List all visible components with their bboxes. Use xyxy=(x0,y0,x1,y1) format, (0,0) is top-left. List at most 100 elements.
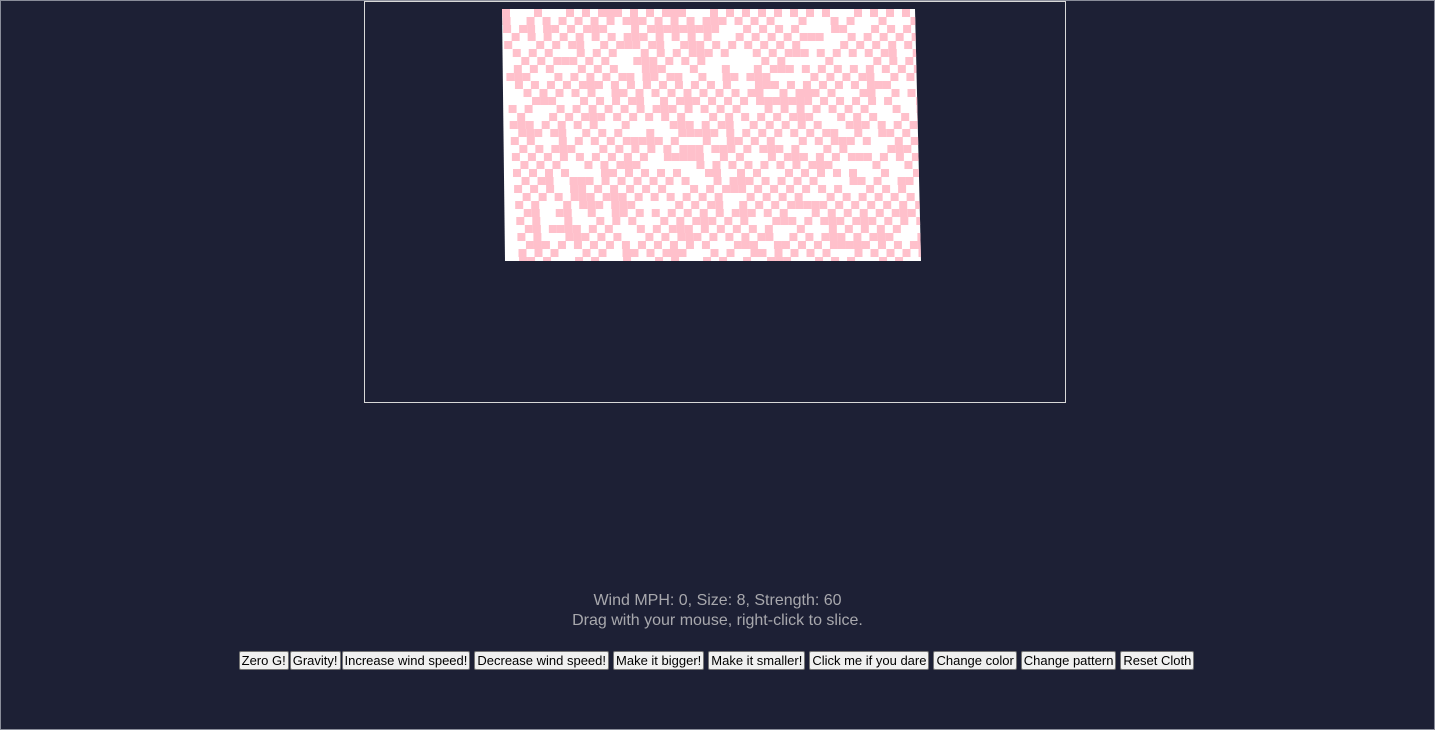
cloth-cell xyxy=(864,273,872,281)
cloth-cell xyxy=(591,25,600,33)
cloth-cell xyxy=(601,177,610,185)
cloth-cell xyxy=(577,177,586,185)
cloth-cell xyxy=(720,49,729,57)
cloth-cell xyxy=(845,241,854,249)
cloth-cell xyxy=(588,225,597,233)
cloth-cell xyxy=(731,89,740,97)
cloth-cell xyxy=(656,41,665,49)
cloth-cell xyxy=(708,217,717,225)
cloth-cell xyxy=(835,201,844,209)
cloth-cell xyxy=(728,41,737,49)
cloth-cell xyxy=(925,225,933,233)
change-color-button[interactable]: Change color xyxy=(933,651,1017,670)
cloth-cell xyxy=(916,105,921,113)
cloth-mesh[interactable] xyxy=(495,2,960,281)
gravity-button[interactable]: Gravity! xyxy=(289,651,341,670)
cloth-cell xyxy=(799,33,808,41)
zero-g-button[interactable]: Zero G! xyxy=(238,651,289,670)
cloth-cell xyxy=(545,177,554,185)
cloth-cell xyxy=(880,273,888,281)
cloth-cell xyxy=(676,97,685,105)
cloth-cell xyxy=(774,249,783,257)
cloth-cell xyxy=(942,121,950,129)
cloth-cell xyxy=(767,257,776,261)
cloth-cell xyxy=(617,177,626,185)
cloth-cell xyxy=(842,73,851,81)
make-bigger-button[interactable]: Make it bigger! xyxy=(613,651,705,670)
cloth-cell xyxy=(565,113,574,121)
cloth-cell xyxy=(668,105,677,113)
cloth-cell xyxy=(592,273,600,281)
cloth-cell xyxy=(853,241,862,249)
cloth-cell xyxy=(850,81,859,89)
cloth-cell xyxy=(559,33,568,41)
cloth-cell xyxy=(702,137,711,145)
status-panel: Wind MPH: 0, Size: 8, Strength: 60 Drag … xyxy=(0,591,1435,631)
cloth-cell xyxy=(623,153,632,161)
change-pattern-button[interactable]: Change pattern xyxy=(1020,651,1117,670)
cloth-cell xyxy=(688,273,696,281)
cloth-cell xyxy=(785,65,794,73)
cloth-cell xyxy=(719,145,728,153)
cloth-svg[interactable] xyxy=(365,2,1065,402)
cloth-cell xyxy=(933,105,941,113)
cloth-cell xyxy=(719,153,728,161)
cloth-cell xyxy=(932,89,940,97)
cloth-cell xyxy=(862,137,871,145)
cloth-cell xyxy=(906,73,915,81)
cloth-cell xyxy=(716,225,725,233)
cloth-cell xyxy=(674,81,683,89)
cloth-cell xyxy=(744,161,753,169)
cloth-cell xyxy=(532,225,541,233)
cloth-cell xyxy=(502,17,511,25)
cloth-cell xyxy=(658,185,667,193)
cloth-cell xyxy=(861,241,870,249)
cloth-cell xyxy=(803,201,812,209)
cloth-cell xyxy=(918,129,921,137)
cloth-cell xyxy=(853,121,862,129)
cloth-cell xyxy=(710,129,719,137)
cloth-cell xyxy=(820,217,829,225)
cloth-cell xyxy=(816,49,825,57)
cloth-cell xyxy=(742,129,751,137)
cloth-cell xyxy=(866,81,875,89)
cloth-cell xyxy=(874,81,883,89)
cloth-cell xyxy=(922,73,930,81)
cloth-cell xyxy=(927,137,935,145)
cloth-cell xyxy=(630,17,639,25)
cloth-cell xyxy=(645,113,654,121)
cloth-cell xyxy=(814,137,823,145)
cloth-cell xyxy=(949,225,957,233)
cloth-cell xyxy=(694,129,703,137)
cloth-cell xyxy=(514,81,523,89)
cloth-cell xyxy=(870,9,878,17)
cloth-cell xyxy=(631,25,640,33)
make-smaller-button[interactable]: Make it smaller! xyxy=(708,651,806,670)
cloth-cell xyxy=(804,97,813,105)
cloth-cell xyxy=(697,57,706,65)
cloth-cell xyxy=(552,265,560,273)
cloth-cell xyxy=(749,121,758,129)
cloth-cell xyxy=(572,225,581,233)
cloth-cell xyxy=(906,193,915,201)
cloth-cell xyxy=(947,201,955,209)
cloth-cell xyxy=(746,73,755,81)
cloth-cell xyxy=(577,65,586,73)
decrease-wind-button[interactable]: Decrease wind speed! xyxy=(474,651,610,670)
cloth-cell xyxy=(920,49,921,57)
cloth-cell xyxy=(885,233,894,241)
cloth-cell xyxy=(805,233,814,241)
cloth-cell xyxy=(681,57,690,65)
cloth-cell xyxy=(820,97,829,105)
cloth-canvas[interactable] xyxy=(364,1,1066,403)
increase-wind-button[interactable]: Increase wind speed! xyxy=(341,651,471,670)
cloth-cell xyxy=(688,41,697,49)
cloth-cell xyxy=(648,265,656,273)
cloth-cell xyxy=(749,241,758,249)
cloth-cell xyxy=(584,265,592,273)
cloth-cell xyxy=(546,81,555,89)
cloth-cell xyxy=(503,25,512,33)
reset-cloth-button[interactable]: Reset Cloth xyxy=(1120,651,1195,670)
cloth-cell xyxy=(798,137,807,145)
dare-button[interactable]: Click me if you dare xyxy=(809,651,930,670)
